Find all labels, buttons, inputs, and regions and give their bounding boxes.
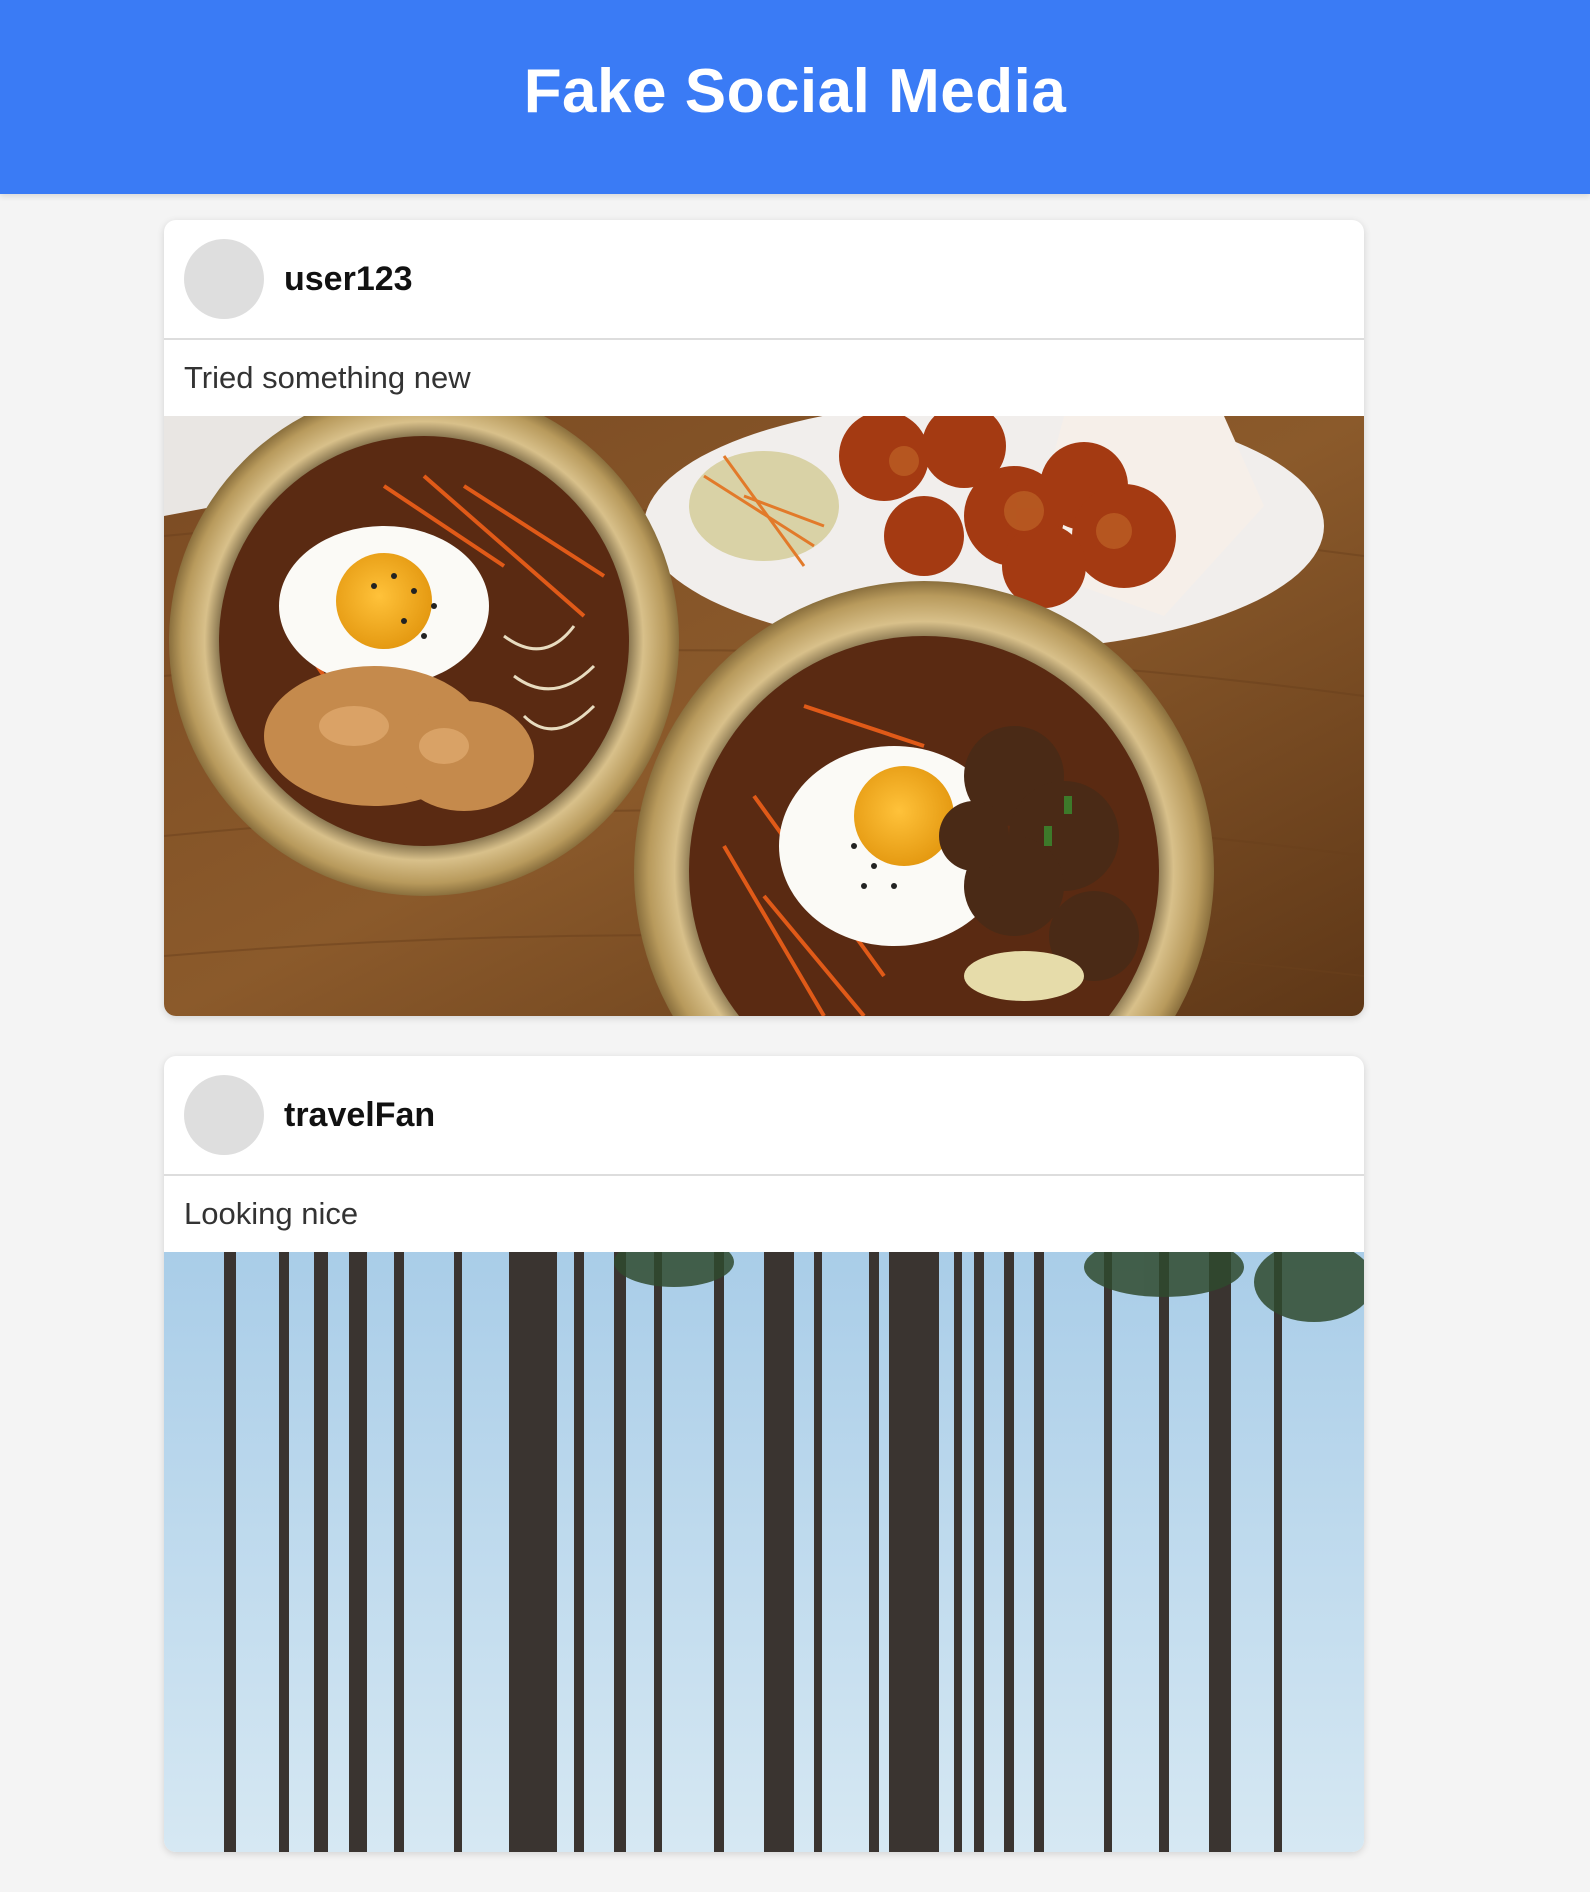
post-card: user123 Tried something new: [164, 220, 1364, 1016]
post-header: travelFan: [164, 1056, 1364, 1176]
post-feed: user123 Tried something new travelFan Lo…: [164, 220, 1364, 1892]
post-image-food[interactable]: [164, 416, 1364, 1016]
post-username[interactable]: travelFan: [284, 1096, 435, 1135]
post-card: travelFan Looking nice: [164, 1056, 1364, 1852]
app-header: Fake Social Media: [0, 0, 1590, 194]
avatar[interactable]: [184, 1075, 264, 1155]
post-username[interactable]: user123: [284, 260, 413, 299]
post-header: user123: [164, 220, 1364, 340]
avatar[interactable]: [184, 239, 264, 319]
app-title: Fake Social Media: [523, 57, 1067, 126]
post-caption: Looking nice: [184, 1196, 359, 1231]
forest-photo: [164, 1252, 1364, 1852]
post-caption: Tried something new: [184, 360, 471, 395]
food-photo: [164, 416, 1364, 1016]
post-image-forest[interactable]: [164, 1252, 1364, 1852]
